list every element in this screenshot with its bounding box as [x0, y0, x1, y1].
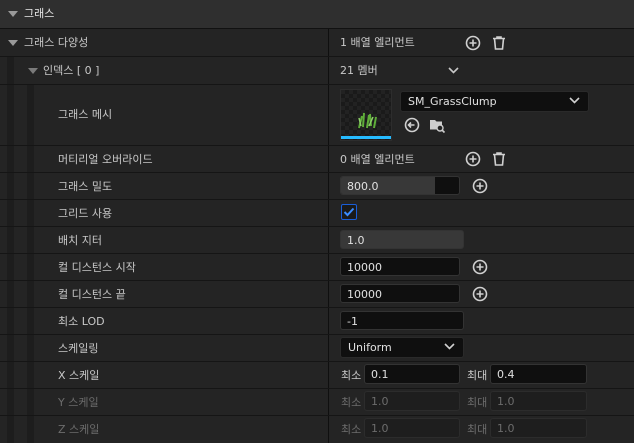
placement-jitter-label: 배치 지터 [58, 234, 102, 247]
section-title: 그래스 [24, 7, 55, 20]
min-lod-value: -1 [347, 315, 358, 328]
min-lod-label: 최소 LOD [58, 315, 105, 328]
cull-end-value: 10000 [347, 288, 382, 301]
collapse-triangle-icon[interactable] [8, 11, 18, 17]
z-scale-max-label: 최대 [467, 423, 488, 436]
scaling-label: 스케일링 [58, 342, 99, 355]
grass-varieties-value: 1 배열 엘리먼트 [340, 36, 415, 49]
min-lod-field[interactable]: -1 [340, 311, 464, 330]
y-scale-max-field: 1.0 [490, 391, 587, 411]
material-overrides-label: 머티리얼 오버라이드 [58, 153, 153, 166]
material-overrides-row: 머티리얼 오버라이드 0 배열 엘리먼트 [0, 146, 634, 172]
chevron-down-icon [569, 97, 580, 104]
index-0-row: 인덱스 [ 0 ] 21 멤버 [0, 57, 634, 84]
asset-name: SM_GrassClump [408, 95, 497, 108]
y-scale-max-label: 최대 [467, 396, 488, 409]
grass-density-row: 그래스 밀도 800.0 [0, 173, 634, 199]
grass-mesh-row: 그래스 메시 SM_GrassClump [0, 85, 634, 145]
cull-start-row: 컬 디스턴스 시작 10000 [0, 254, 634, 280]
grass-varieties-label: 그래스 다양성 [24, 36, 89, 49]
y-scale-max-value: 1.0 [497, 395, 515, 408]
z-scale-max-value: 1.0 [497, 422, 515, 435]
grass-mesh-thumbnail-icon [341, 90, 391, 140]
grass-density-value: 800.0 [347, 180, 379, 193]
section-header-grass[interactable]: 그래스 [0, 0, 634, 29]
cull-start-label: 컬 디스턴스 시작 [58, 261, 136, 274]
cull-end-row: 컬 디스턴스 끝 10000 [0, 281, 634, 307]
index-0-label: 인덱스 [ 0 ] [43, 64, 100, 77]
trash-icon[interactable] [490, 150, 508, 168]
cull-end-field[interactable]: 10000 [340, 284, 460, 303]
add-element-icon[interactable] [464, 34, 482, 52]
grass-mesh-label: 그래스 메시 [58, 108, 113, 121]
x-scale-max-field[interactable]: 0.4 [490, 364, 587, 384]
z-scale-min-field: 1.0 [364, 418, 460, 438]
browse-asset-icon[interactable] [428, 116, 446, 134]
y-scale-min-label: 최소 [341, 396, 362, 409]
use-grid-checkbox[interactable] [341, 204, 357, 220]
grass-density-label: 그래스 밀도 [58, 180, 113, 193]
placement-jitter-value: 1.0 [347, 234, 365, 247]
x-scale-min-label: 최소 [341, 369, 362, 382]
z-scale-min-value: 1.0 [371, 422, 389, 435]
x-scale-label: X 스케일 [58, 369, 100, 382]
y-scale-label: Y 스케일 [58, 396, 99, 409]
use-selected-icon[interactable] [403, 116, 421, 134]
cull-end-label: 컬 디스턴스 끝 [58, 288, 126, 301]
mesh-thumbnail[interactable] [340, 89, 392, 141]
x-scale-min-value: 0.1 [371, 368, 389, 381]
y-scale-min-field: 1.0 [364, 391, 460, 411]
scaling-dropdown[interactable]: Uniform [340, 337, 464, 358]
placement-jitter-row: 배치 지터 1.0 [0, 227, 634, 253]
min-lod-row: 최소 LOD -1 [0, 308, 634, 334]
y-scale-row: Y 스케일 최소 1.0 최대 1.0 [0, 389, 634, 415]
chevron-down-icon [444, 343, 455, 350]
x-scale-min-field[interactable]: 0.1 [364, 364, 460, 384]
grass-varieties-row: 그래스 다양성 1 배열 엘리먼트 [0, 29, 634, 56]
trash-icon[interactable] [490, 34, 508, 52]
z-scale-row: Z 스케일 최소 1.0 최대 1.0 [0, 416, 634, 443]
use-grid-row: 그리드 사용 [0, 200, 634, 226]
add-element-icon[interactable] [464, 150, 482, 168]
z-scale-min-label: 최소 [341, 423, 362, 436]
x-scale-max-value: 0.4 [497, 368, 515, 381]
asset-picker-dropdown[interactable]: SM_GrassClump [400, 91, 589, 112]
scaling-value: Uniform [348, 341, 392, 354]
cull-start-value: 10000 [347, 261, 382, 274]
use-grid-label: 그리드 사용 [58, 207, 113, 220]
z-scale-max-field: 1.0 [490, 418, 587, 438]
chevron-down-icon[interactable] [448, 67, 459, 74]
reset-add-icon[interactable] [471, 258, 489, 276]
x-scale-max-label: 최대 [467, 369, 488, 382]
checkmark-icon [343, 207, 355, 217]
expand-triangle-icon[interactable] [28, 68, 38, 74]
index-0-value: 21 멤버 [340, 64, 378, 77]
cull-start-field[interactable]: 10000 [340, 257, 460, 276]
y-scale-min-value: 1.0 [371, 395, 389, 408]
scaling-row: 스케일링 Uniform [0, 335, 634, 361]
expand-triangle-icon[interactable] [8, 40, 18, 46]
reset-add-icon[interactable] [471, 177, 489, 195]
x-scale-row: X 스케일 최소 0.1 최대 0.4 [0, 362, 634, 388]
placement-jitter-field[interactable]: 1.0 [340, 230, 464, 249]
reset-add-icon[interactable] [471, 285, 489, 303]
material-overrides-value: 0 배열 엘리먼트 [340, 153, 415, 166]
grass-density-field[interactable]: 800.0 [340, 176, 460, 195]
z-scale-label: Z 스케일 [58, 423, 100, 436]
